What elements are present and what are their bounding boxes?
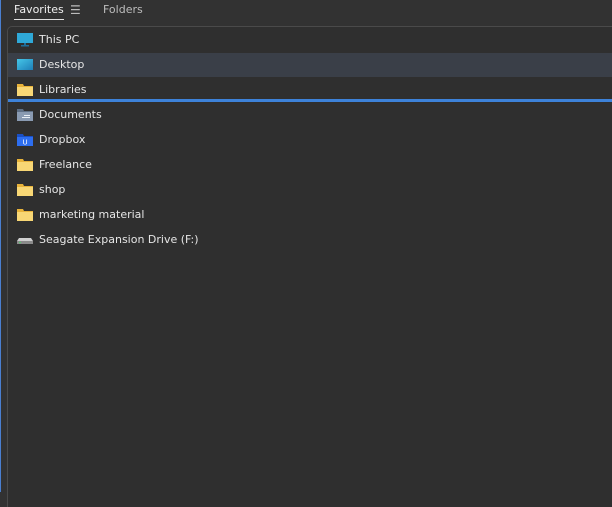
list-item-marketing-material[interactable]: marketing material xyxy=(8,203,612,227)
favorites-panel: This PC Desktop Libraries Documents U Dr… xyxy=(7,26,612,507)
panel-edge xyxy=(0,0,1,492)
monitor-icon xyxy=(17,33,33,47)
list-item-seagate-drive[interactable]: Seagate Expansion Drive (F:) xyxy=(8,228,612,252)
list-item-desktop[interactable]: Desktop xyxy=(8,53,612,77)
drop-indicator xyxy=(8,99,612,102)
list-item-shop[interactable]: shop xyxy=(8,178,612,202)
folder-icon xyxy=(17,84,33,96)
drive-icon xyxy=(17,238,33,244)
hamburger-menu-icon[interactable]: ☰ xyxy=(70,3,81,17)
list-item-documents[interactable]: Documents xyxy=(8,103,612,127)
desktop-icon xyxy=(17,59,33,70)
documents-icon xyxy=(17,109,33,121)
folder-icon xyxy=(17,209,33,221)
list-item-freelance[interactable]: Freelance xyxy=(8,153,612,177)
list-item-dropbox[interactable]: U Dropbox xyxy=(8,128,612,152)
folder-icon xyxy=(17,159,33,171)
tab-bar: Favorites ☰ Folders xyxy=(0,0,612,26)
dropbox-folder-icon: U xyxy=(17,134,33,147)
tab-favorites[interactable]: Favorites xyxy=(14,3,64,20)
folder-icon xyxy=(17,184,33,196)
tab-folders[interactable]: Folders xyxy=(103,3,143,16)
svg-text:U: U xyxy=(22,139,27,147)
list-item-this-pc[interactable]: This PC xyxy=(8,28,612,52)
